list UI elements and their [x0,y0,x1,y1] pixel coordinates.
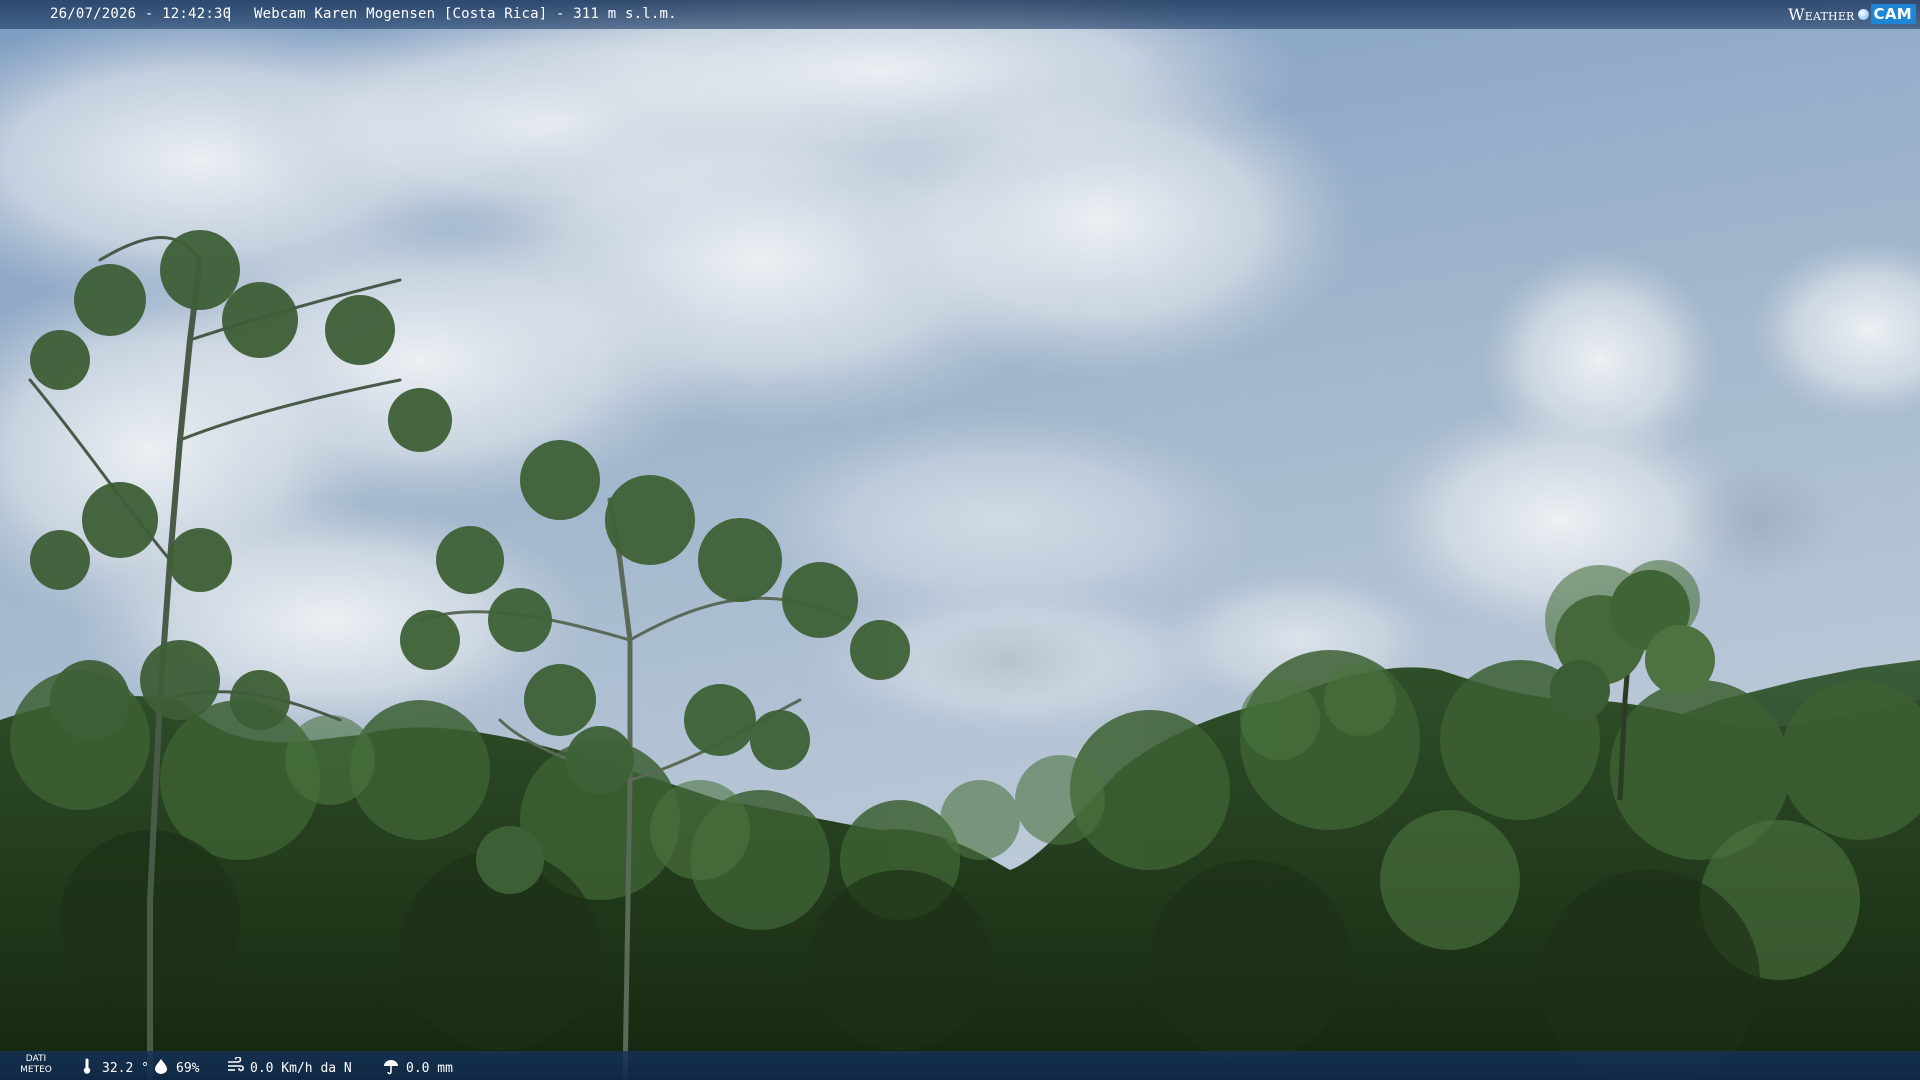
header-separator: | [225,6,234,22]
rain-value: 0.0 mm [406,1060,453,1076]
wind-value: 0.0 Km/h da N [250,1060,352,1076]
top-overlay-bar: 26/07/2026 - 12:42:30 | Webcam Karen Mog… [0,0,1920,29]
thermometer-icon [78,1057,96,1079]
brand-word: Weather [1788,4,1855,24]
rain-icon [382,1057,400,1079]
weathercam-logo: Weather CAM [1788,3,1916,25]
webcam-image [0,0,1920,1080]
weather-label-line1: DATI [25,1054,47,1064]
humidity-reading: 69% [152,1057,199,1079]
wind-icon [226,1056,244,1079]
weather-data-label: DATI METEO [18,1054,54,1076]
timestamp: 26/07/2026 - 12:42:30 [50,6,232,22]
temperature-value: 32.2 ° [102,1060,149,1076]
brand-globe-icon [1857,8,1869,20]
brand-cam: CAM [1870,4,1916,24]
rain-reading: 0.0 mm [382,1057,453,1079]
webcam-title: Webcam Karen Mogensen [Costa Rica] - 311… [254,6,677,22]
weather-data-bar: DATI METEO 32.2 ° 69% 0.0 Km/h da N 0.0 … [0,1051,1920,1080]
humidity-icon [152,1057,170,1079]
wind-reading: 0.0 Km/h da N [226,1056,352,1079]
weather-label-line2: METEO [20,1065,52,1075]
humidity-value: 69% [176,1060,200,1076]
temperature-reading: 32.2 ° [78,1057,149,1079]
